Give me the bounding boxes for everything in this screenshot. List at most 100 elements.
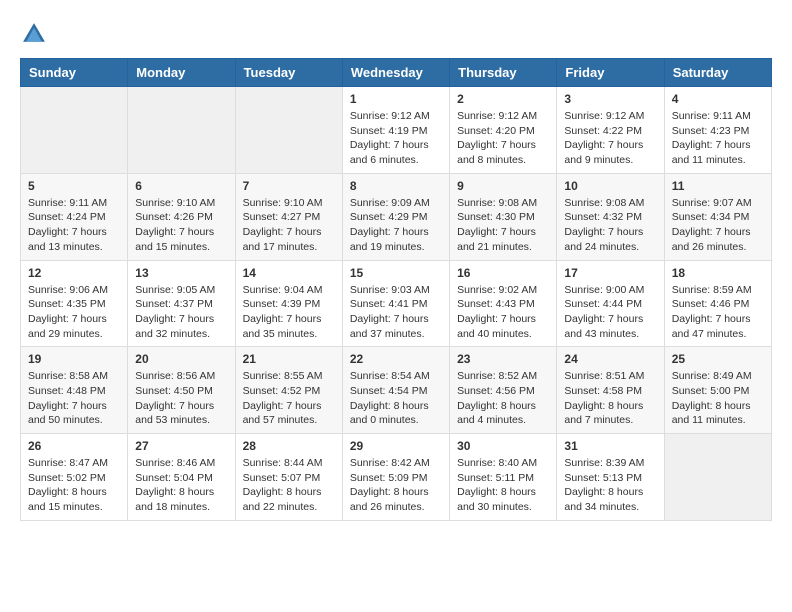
calendar-cell: 2 Sunrise: 9:12 AM Sunset: 4:20 PM Daylig… <box>450 87 557 174</box>
calendar-cell: 23 Sunrise: 8:52 AM Sunset: 4:56 PM Dayli… <box>450 347 557 434</box>
cell-content: Sunrise: 8:39 AM Sunset: 5:13 PM Dayligh… <box>564 456 656 515</box>
day-number: 26 <box>28 439 120 453</box>
calendar-cell: 29 Sunrise: 8:42 AM Sunset: 5:09 PM Dayli… <box>342 434 449 521</box>
cell-content: Sunrise: 9:10 AM Sunset: 4:26 PM Dayligh… <box>135 196 227 255</box>
cell-content: Sunrise: 9:10 AM Sunset: 4:27 PM Dayligh… <box>243 196 335 255</box>
day-number: 31 <box>564 439 656 453</box>
logo <box>20 20 52 48</box>
calendar-cell: 3Sunrise: 9:12 AM Sunset: 4:22 PM Daylig… <box>557 87 664 174</box>
calendar-cell <box>664 434 771 521</box>
cell-content: Sunrise: 9:08 AM Sunset: 4:30 PM Dayligh… <box>457 196 549 255</box>
day-number: 13 <box>135 266 227 280</box>
day-number: 17 <box>564 266 656 280</box>
calendar-cell: 25Sunrise: 8:49 AM Sunset: 5:00 PM Dayli… <box>664 347 771 434</box>
day-number: 29 <box>350 439 442 453</box>
calendar-cell: 24 Sunrise: 8:51 AM Sunset: 4:58 PM Dayli… <box>557 347 664 434</box>
cell-content: Sunrise: 8:58 AM Sunset: 4:48 PM Dayligh… <box>28 369 120 428</box>
weekday-header: Friday <box>557 59 664 87</box>
calendar-cell: 15 Sunrise: 9:03 AM Sunset: 4:41 PM Dayli… <box>342 260 449 347</box>
calendar-week-row: 12 Sunrise: 9:06 AM Sunset: 4:35 PM Dayli… <box>21 260 772 347</box>
day-number: 5 <box>28 179 120 193</box>
calendar-cell: 17 Sunrise: 9:00 AM Sunset: 4:44 PM Dayli… <box>557 260 664 347</box>
day-number: 14 <box>243 266 335 280</box>
calendar-cell: 1 Sunrise: 9:12 AM Sunset: 4:19 PM Daylig… <box>342 87 449 174</box>
cell-content: Sunrise: 8:47 AM Sunset: 5:02 PM Dayligh… <box>28 456 120 515</box>
calendar-week-row: 19 Sunrise: 8:58 AM Sunset: 4:48 PM Dayli… <box>21 347 772 434</box>
calendar-cell: 10 Sunrise: 9:08 AM Sunset: 4:32 PM Dayli… <box>557 173 664 260</box>
cell-content: Sunrise: 9:04 AM Sunset: 4:39 PM Dayligh… <box>243 283 335 342</box>
calendar-cell: 14 Sunrise: 9:04 AM Sunset: 4:39 PM Dayli… <box>235 260 342 347</box>
day-number: 23 <box>457 352 549 366</box>
cell-content: Sunrise: 8:51 AM Sunset: 4:58 PM Dayligh… <box>564 369 656 428</box>
cell-content: Sunrise: 8:49 AM Sunset: 5:00 PM Dayligh… <box>672 369 764 428</box>
cell-content: Sunrise: 9:00 AM Sunset: 4:44 PM Dayligh… <box>564 283 656 342</box>
cell-content: Sunrise: 8:52 AM Sunset: 4:56 PM Dayligh… <box>457 369 549 428</box>
cell-content: Sunrise: 8:59 AM Sunset: 4:46 PM Dayligh… <box>672 283 764 342</box>
day-number: 22 <box>350 352 442 366</box>
weekday-header: Monday <box>128 59 235 87</box>
day-number: 24 <box>564 352 656 366</box>
day-number: 15 <box>350 266 442 280</box>
calendar-cell: 27Sunrise: 8:46 AM Sunset: 5:04 PM Dayli… <box>128 434 235 521</box>
cell-content: Sunrise: 9:12 AM Sunset: 4:19 PM Dayligh… <box>350 109 442 168</box>
day-number: 28 <box>243 439 335 453</box>
calendar-cell: 18 Sunrise: 8:59 AM Sunset: 4:46 PM Dayli… <box>664 260 771 347</box>
day-number: 4 <box>672 92 764 106</box>
cell-content: Sunrise: 9:09 AM Sunset: 4:29 PM Dayligh… <box>350 196 442 255</box>
cell-content: Sunrise: 8:54 AM Sunset: 4:54 PM Dayligh… <box>350 369 442 428</box>
calendar-cell: 8Sunrise: 9:09 AM Sunset: 4:29 PM Daylig… <box>342 173 449 260</box>
calendar-cell: 21 Sunrise: 8:55 AM Sunset: 4:52 PM Dayli… <box>235 347 342 434</box>
calendar-cell: 6 Sunrise: 9:10 AM Sunset: 4:26 PM Daylig… <box>128 173 235 260</box>
weekday-header: Sunday <box>21 59 128 87</box>
cell-content: Sunrise: 9:12 AM Sunset: 4:20 PM Dayligh… <box>457 109 549 168</box>
day-number: 11 <box>672 179 764 193</box>
calendar-header-row: SundayMondayTuesdayWednesdayThursdayFrid… <box>21 59 772 87</box>
calendar-cell: 5 Sunrise: 9:11 AM Sunset: 4:24 PM Daylig… <box>21 173 128 260</box>
day-number: 12 <box>28 266 120 280</box>
calendar-cell: 26 Sunrise: 8:47 AM Sunset: 5:02 PM Dayli… <box>21 434 128 521</box>
calendar-cell: 4 Sunrise: 9:11 AM Sunset: 4:23 PM Daylig… <box>664 87 771 174</box>
day-number: 3 <box>564 92 656 106</box>
day-number: 16 <box>457 266 549 280</box>
cell-content: Sunrise: 9:05 AM Sunset: 4:37 PM Dayligh… <box>135 283 227 342</box>
calendar-cell <box>21 87 128 174</box>
day-number: 1 <box>350 92 442 106</box>
cell-content: Sunrise: 8:55 AM Sunset: 4:52 PM Dayligh… <box>243 369 335 428</box>
weekday-header: Wednesday <box>342 59 449 87</box>
cell-content: Sunrise: 9:11 AM Sunset: 4:23 PM Dayligh… <box>672 109 764 168</box>
calendar-cell <box>235 87 342 174</box>
weekday-header: Tuesday <box>235 59 342 87</box>
day-number: 27 <box>135 439 227 453</box>
cell-content: Sunrise: 8:56 AM Sunset: 4:50 PM Dayligh… <box>135 369 227 428</box>
calendar-cell: 9 Sunrise: 9:08 AM Sunset: 4:30 PM Daylig… <box>450 173 557 260</box>
calendar-table: SundayMondayTuesdayWednesdayThursdayFrid… <box>20 58 772 521</box>
calendar-cell: 22 Sunrise: 8:54 AM Sunset: 4:54 PM Dayli… <box>342 347 449 434</box>
calendar-cell: 7Sunrise: 9:10 AM Sunset: 4:27 PM Daylig… <box>235 173 342 260</box>
calendar-cell: 13 Sunrise: 9:05 AM Sunset: 4:37 PM Dayli… <box>128 260 235 347</box>
day-number: 30 <box>457 439 549 453</box>
calendar-week-row: 1 Sunrise: 9:12 AM Sunset: 4:19 PM Daylig… <box>21 87 772 174</box>
calendar-cell: 16 Sunrise: 9:02 AM Sunset: 4:43 PM Dayli… <box>450 260 557 347</box>
calendar-cell: 11Sunrise: 9:07 AM Sunset: 4:34 PM Dayli… <box>664 173 771 260</box>
calendar-cell <box>128 87 235 174</box>
calendar-cell: 31 Sunrise: 8:39 AM Sunset: 5:13 PM Dayli… <box>557 434 664 521</box>
cell-content: Sunrise: 9:08 AM Sunset: 4:32 PM Dayligh… <box>564 196 656 255</box>
cell-content: Sunrise: 9:02 AM Sunset: 4:43 PM Dayligh… <box>457 283 549 342</box>
day-number: 9 <box>457 179 549 193</box>
cell-content: Sunrise: 8:44 AM Sunset: 5:07 PM Dayligh… <box>243 456 335 515</box>
cell-content: Sunrise: 9:03 AM Sunset: 4:41 PM Dayligh… <box>350 283 442 342</box>
weekday-header: Saturday <box>664 59 771 87</box>
cell-content: Sunrise: 9:11 AM Sunset: 4:24 PM Dayligh… <box>28 196 120 255</box>
calendar-cell: 20Sunrise: 8:56 AM Sunset: 4:50 PM Dayli… <box>128 347 235 434</box>
cell-content: Sunrise: 9:06 AM Sunset: 4:35 PM Dayligh… <box>28 283 120 342</box>
day-number: 2 <box>457 92 549 106</box>
day-number: 6 <box>135 179 227 193</box>
calendar-week-row: 26 Sunrise: 8:47 AM Sunset: 5:02 PM Dayli… <box>21 434 772 521</box>
cell-content: Sunrise: 8:42 AM Sunset: 5:09 PM Dayligh… <box>350 456 442 515</box>
calendar-cell: 19 Sunrise: 8:58 AM Sunset: 4:48 PM Dayli… <box>21 347 128 434</box>
day-number: 19 <box>28 352 120 366</box>
day-number: 18 <box>672 266 764 280</box>
day-number: 10 <box>564 179 656 193</box>
day-number: 21 <box>243 352 335 366</box>
calendar-week-row: 5 Sunrise: 9:11 AM Sunset: 4:24 PM Daylig… <box>21 173 772 260</box>
